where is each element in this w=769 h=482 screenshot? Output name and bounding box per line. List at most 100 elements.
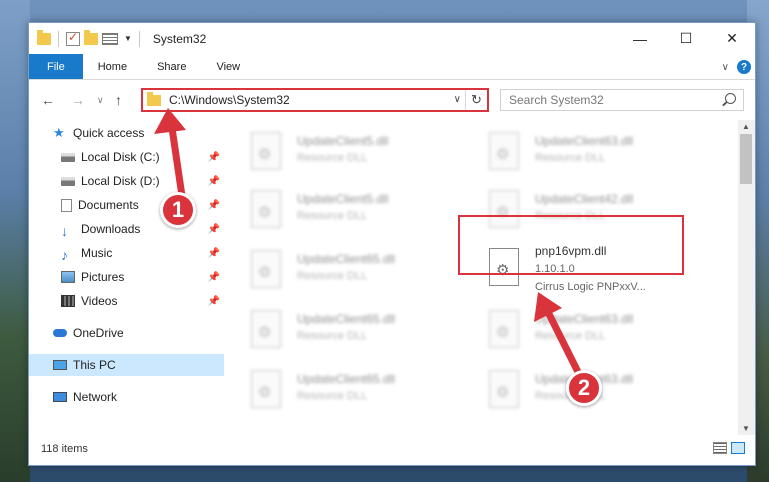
sidebar-item-this-pc[interactable]: This PC	[29, 354, 224, 376]
download-icon: ↓	[61, 223, 68, 239]
file-name: UpdateClient65.dll	[297, 312, 396, 326]
sidebar-item-pictures[interactable]: Pictures 📌	[29, 266, 224, 288]
sidebar-item-label: Network	[73, 390, 118, 404]
file-item[interactable]: UpdateClient65.dll Resource DLL	[225, 304, 445, 354]
back-arrow-icon[interactable]: ←	[41, 92, 55, 108]
step-2-badge: 2	[566, 370, 602, 406]
vertical-scrollbar[interactable]: ▲ ▼	[738, 120, 755, 435]
sidebar-item-music[interactable]: ♪ Music 📌	[29, 242, 224, 264]
file-highlight-box	[458, 215, 684, 275]
pin-icon[interactable]: 📌	[208, 272, 220, 283]
sidebar-item-label: Music	[81, 246, 113, 260]
toolbar-divider	[58, 30, 59, 47]
file-description: Cirrus Logic PNPxxV...	[535, 281, 646, 293]
videos-icon	[61, 295, 75, 307]
sidebar-item-label: Pictures	[81, 270, 125, 284]
chevron-down-icon[interactable]: ∨	[454, 94, 461, 105]
window-controls: — ☐ ✕	[617, 23, 755, 54]
file-name: UpdateClient65.dll	[297, 252, 396, 266]
up-arrow-icon[interactable]: ↑	[115, 92, 122, 108]
pin-icon[interactable]: 📌	[208, 152, 220, 163]
ribbon-tabs: File Home Share View ∨ ?	[29, 54, 755, 80]
expand-ribbon-icon[interactable]: ∨	[722, 62, 729, 73]
step-1-badge: 1	[160, 192, 196, 228]
file-description: Resource DLL	[297, 210, 368, 222]
sidebar-item-label: Local Disk (C:)	[81, 150, 160, 164]
dll-file-icon	[489, 310, 519, 348]
address-bar[interactable]: C:\Windows\System32 ∨ ↻	[141, 88, 489, 112]
sidebar-item-label: Videos	[81, 294, 118, 308]
music-icon: ♪	[61, 247, 68, 263]
sidebar-item-onedrive[interactable]: OneDrive	[29, 322, 224, 344]
tab-share[interactable]: Share	[142, 54, 201, 79]
quick-access-toolbar: ▼	[37, 29, 143, 47]
scroll-down-icon[interactable]: ▼	[742, 424, 750, 433]
minimize-button[interactable]: —	[617, 23, 663, 54]
help-icon[interactable]: ?	[737, 60, 751, 74]
sidebar-item-label: OneDrive	[73, 326, 124, 340]
document-icon	[61, 198, 72, 212]
pin-icon[interactable]: 📌	[208, 200, 220, 211]
status-bar: 118 items	[29, 433, 755, 465]
computer-icon	[53, 360, 67, 370]
file-name: UpdateClient65.dll	[297, 372, 396, 386]
sidebar-item-local-disk-d[interactable]: Local Disk (D:) 📌	[29, 170, 224, 192]
dll-file-icon	[489, 132, 519, 170]
details-view-icon[interactable]	[713, 442, 727, 454]
close-button[interactable]: ✕	[709, 23, 755, 54]
dll-file-icon	[489, 370, 519, 408]
pin-icon[interactable]: 📌	[208, 224, 220, 235]
cloud-icon	[53, 329, 67, 337]
pictures-icon	[61, 271, 75, 283]
new-folder-icon[interactable]	[84, 29, 98, 45]
forward-arrow-icon[interactable]: →	[71, 92, 85, 108]
address-path[interactable]: C:\Windows\System32	[169, 93, 290, 107]
address-row: ← → ∨ ↑ C:\Windows\System32 ∨ ↻	[29, 80, 755, 120]
sidebar-item-quick-access[interactable]: ★ Quick access	[29, 122, 224, 144]
item-count: 118 items	[41, 443, 88, 455]
dll-file-icon	[251, 310, 281, 348]
customize-icon[interactable]	[102, 32, 118, 45]
dll-file-icon	[251, 370, 281, 408]
dll-file-icon	[251, 132, 281, 170]
file-description: Resource DLL	[297, 330, 368, 342]
disk-icon	[61, 152, 75, 162]
file-name: UpdateClient5.dll	[297, 134, 389, 148]
file-description: Resource DLL	[535, 152, 606, 164]
ribbon-right-controls: ∨ ?	[722, 54, 751, 80]
tab-home[interactable]: Home	[83, 54, 142, 79]
file-item[interactable]: UpdateClient5.dll Resource DLL	[225, 184, 445, 234]
title-bar: ▼ System32 — ☐ ✕	[29, 23, 755, 54]
sidebar-item-network[interactable]: Network	[29, 386, 224, 408]
file-item[interactable]: UpdateClient65.dll Resource DLL	[225, 244, 445, 294]
tiles-view-icon[interactable]	[731, 442, 745, 454]
toolbar-dropdown-icon[interactable]: ▼	[124, 34, 132, 43]
scroll-up-icon[interactable]: ▲	[742, 122, 750, 131]
pin-icon[interactable]: 📌	[208, 296, 220, 307]
scroll-thumb[interactable]	[740, 134, 752, 184]
sidebar-item-videos[interactable]: Videos 📌	[29, 290, 224, 312]
search-icon[interactable]	[725, 93, 736, 104]
tab-file[interactable]: File	[29, 54, 83, 79]
disk-icon	[61, 176, 75, 186]
file-description: Resource DLL	[297, 390, 368, 402]
properties-check-icon[interactable]	[66, 30, 80, 46]
file-item[interactable]: UpdateClient63.dll Resource DLL	[463, 304, 683, 354]
sidebar-item-local-disk-c[interactable]: Local Disk (C:) 📌	[29, 146, 224, 168]
file-item[interactable]: UpdateClient65.dll Resource DLL	[225, 364, 445, 414]
folder-icon	[37, 29, 51, 45]
recent-locations-icon[interactable]: ∨	[97, 95, 104, 106]
file-item[interactable]: UpdateClient63.dll Resource DLL	[463, 126, 683, 176]
file-description: Resource DLL	[297, 270, 368, 282]
file-item[interactable]: UpdateClient5.dll Resource DLL	[225, 126, 445, 176]
file-name: UpdateClient63.dll	[535, 312, 634, 326]
maximize-button[interactable]: ☐	[663, 23, 709, 54]
search-input[interactable]	[509, 93, 709, 107]
pin-icon[interactable]: 📌	[208, 176, 220, 187]
pin-icon[interactable]: 📌	[208, 248, 220, 259]
sidebar-item-label: This PC	[73, 358, 116, 372]
search-box[interactable]	[500, 89, 744, 111]
sidebar-item-downloads[interactable]: ↓ Downloads 📌	[29, 218, 224, 240]
tab-view[interactable]: View	[201, 54, 255, 79]
refresh-icon[interactable]: ↻	[465, 90, 487, 110]
